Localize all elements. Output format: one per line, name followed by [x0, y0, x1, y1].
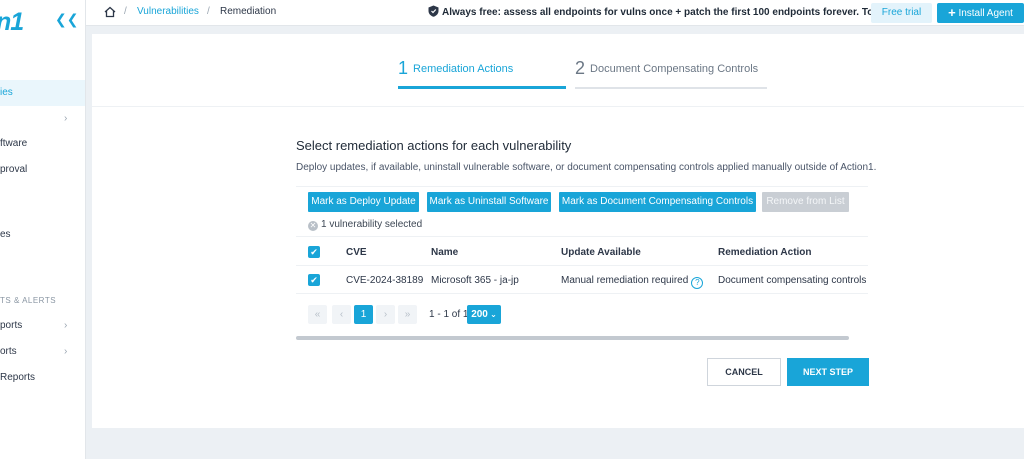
step-label: Document Compensating Controls — [590, 63, 759, 75]
page-size-select[interactable]: 200 ⌄ — [467, 305, 501, 324]
help-icon[interactable]: ? — [691, 277, 704, 289]
step-remediation-actions[interactable]: 1 Remediation Actions — [398, 58, 513, 79]
action1-logo: n1 — [0, 8, 24, 36]
cancel-button[interactable]: CANCEL — [707, 358, 781, 386]
section-title: Select remediation actions for each vuln… — [296, 138, 572, 153]
chevron-right-icon: › — [64, 113, 68, 124]
column-header-remediation-action[interactable]: Remediation Action — [718, 247, 812, 258]
sidebar-item-reports[interactable]: Reports — [0, 365, 85, 391]
next-page-icon[interactable]: › — [376, 305, 395, 324]
divider — [92, 106, 1024, 107]
install-agent-button[interactable]: + Install Agent — [937, 3, 1024, 23]
mark-document-compensating-controls-button[interactable]: Mark as Document Compensating Controls — [559, 192, 756, 212]
sidebar-item-orts[interactable]: orts › — [0, 339, 85, 365]
horizontal-scrollbar[interactable] — [296, 336, 849, 340]
sidebar-item-label: ftware — [0, 138, 28, 149]
selection-status: ✕ 1 vulnerability selected — [308, 219, 422, 231]
sidebar-item-label: orts — [0, 346, 17, 357]
remove-from-list-button[interactable]: Remove from List — [762, 192, 849, 212]
column-header-name[interactable]: Name — [431, 247, 458, 258]
sidebar-item-label: Reports — [0, 372, 36, 383]
sidebar-item-label: es — [0, 229, 11, 240]
sidebar-item-label: ies — [0, 87, 13, 98]
sidebar-item-ports[interactable]: ports › — [0, 313, 85, 339]
mark-deploy-update-button[interactable]: Mark as Deploy Update — [308, 192, 419, 212]
breadcrumb-separator: / — [207, 6, 210, 17]
last-page-icon[interactable]: » — [398, 305, 417, 324]
sidebar: n1 ❮❮ ies › ftware proval es TS & ALERTS… — [0, 0, 86, 459]
step-inactive-indicator — [575, 87, 767, 89]
collapse-sidebar-icon[interactable]: ❮❮ — [55, 11, 78, 28]
clear-selection-icon[interactable]: ✕ — [308, 221, 318, 231]
select-all-checkbox[interactable]: ✔ — [308, 246, 320, 258]
first-page-icon[interactable]: « — [308, 305, 327, 324]
chevron-down-icon: ⌄ — [487, 310, 497, 319]
table-header: ✔ CVE Name Update Available Remediation … — [296, 236, 868, 266]
page-size-value: 200 — [471, 309, 488, 320]
sidebar-item-vulnerabilities[interactable]: ies — [0, 80, 85, 106]
divider — [296, 186, 868, 187]
shield-icon — [428, 5, 439, 17]
cell-update-available: Manual remediation required? — [561, 275, 704, 289]
promo-banner: Always free: assess all endpoints for vu… — [428, 5, 924, 18]
chevron-right-icon: › — [64, 320, 68, 331]
sidebar-item-label: ports — [0, 320, 23, 331]
cell-cve: CVE-2024-38189 — [346, 275, 424, 286]
sidebar-item-software[interactable]: ftware — [0, 131, 85, 157]
sidebar-item-approval[interactable]: proval — [0, 157, 85, 183]
step-number: 1 — [398, 58, 409, 78]
section-subtitle: Deploy updates, if available, uninstall … — [296, 162, 877, 173]
selection-count: 1 vulnerability selected — [321, 219, 423, 230]
remediation-card: 1 Remediation Actions 2 Document Compensat… — [92, 34, 1024, 428]
mark-uninstall-software-button[interactable]: Mark as Uninstall Software — [427, 192, 551, 212]
plus-icon: + — [948, 5, 956, 20]
install-agent-label: Install Agent — [958, 8, 1013, 19]
step-document-compensating-controls[interactable]: 2 Document Compensating Controls — [575, 58, 758, 79]
step-label: Remediation Actions — [413, 63, 514, 75]
column-header-update-available[interactable]: Update Available — [561, 247, 641, 258]
pagination-range: 1 - 1 of 1 — [429, 309, 469, 320]
cell-remediation-action: Document compensating controls — [718, 275, 867, 286]
breadcrumb-separator: / — [124, 6, 127, 17]
free-trial-button[interactable]: Free trial — [871, 3, 932, 23]
column-header-cve[interactable]: CVE — [346, 247, 367, 258]
breadcrumb-vulnerabilities[interactable]: Vulnerabilities — [137, 6, 199, 17]
cell-update-text: Manual remediation required — [561, 275, 689, 286]
sidebar-item-es[interactable]: es — [0, 222, 85, 248]
top-bar: / Vulnerabilities / Remediation Always f… — [86, 0, 1024, 26]
row-checkbox[interactable]: ✔ — [308, 274, 320, 286]
breadcrumb-current: Remediation — [220, 6, 277, 17]
next-step-button[interactable]: NEXT STEP — [787, 358, 869, 386]
home-icon[interactable] — [103, 5, 117, 19]
table-row[interactable]: ✔ CVE-2024-38189 Microsoft 365 - ja-jp M… — [296, 266, 868, 294]
sidebar-section-label: TS & ALERTS — [0, 296, 57, 305]
prev-page-icon[interactable]: ‹ — [332, 305, 351, 324]
promo-text: Always free: assess all endpoints for vu… — [442, 7, 925, 18]
chevron-right-icon: › — [64, 346, 68, 357]
step-number: 2 — [575, 58, 586, 78]
sidebar-item-collapsed[interactable]: › — [0, 106, 85, 132]
sidebar-item-label: proval — [0, 164, 28, 175]
cell-name: Microsoft 365 - ja-jp — [431, 275, 519, 286]
page-button-current[interactable]: 1 — [354, 305, 373, 324]
step-active-indicator — [398, 86, 566, 89]
